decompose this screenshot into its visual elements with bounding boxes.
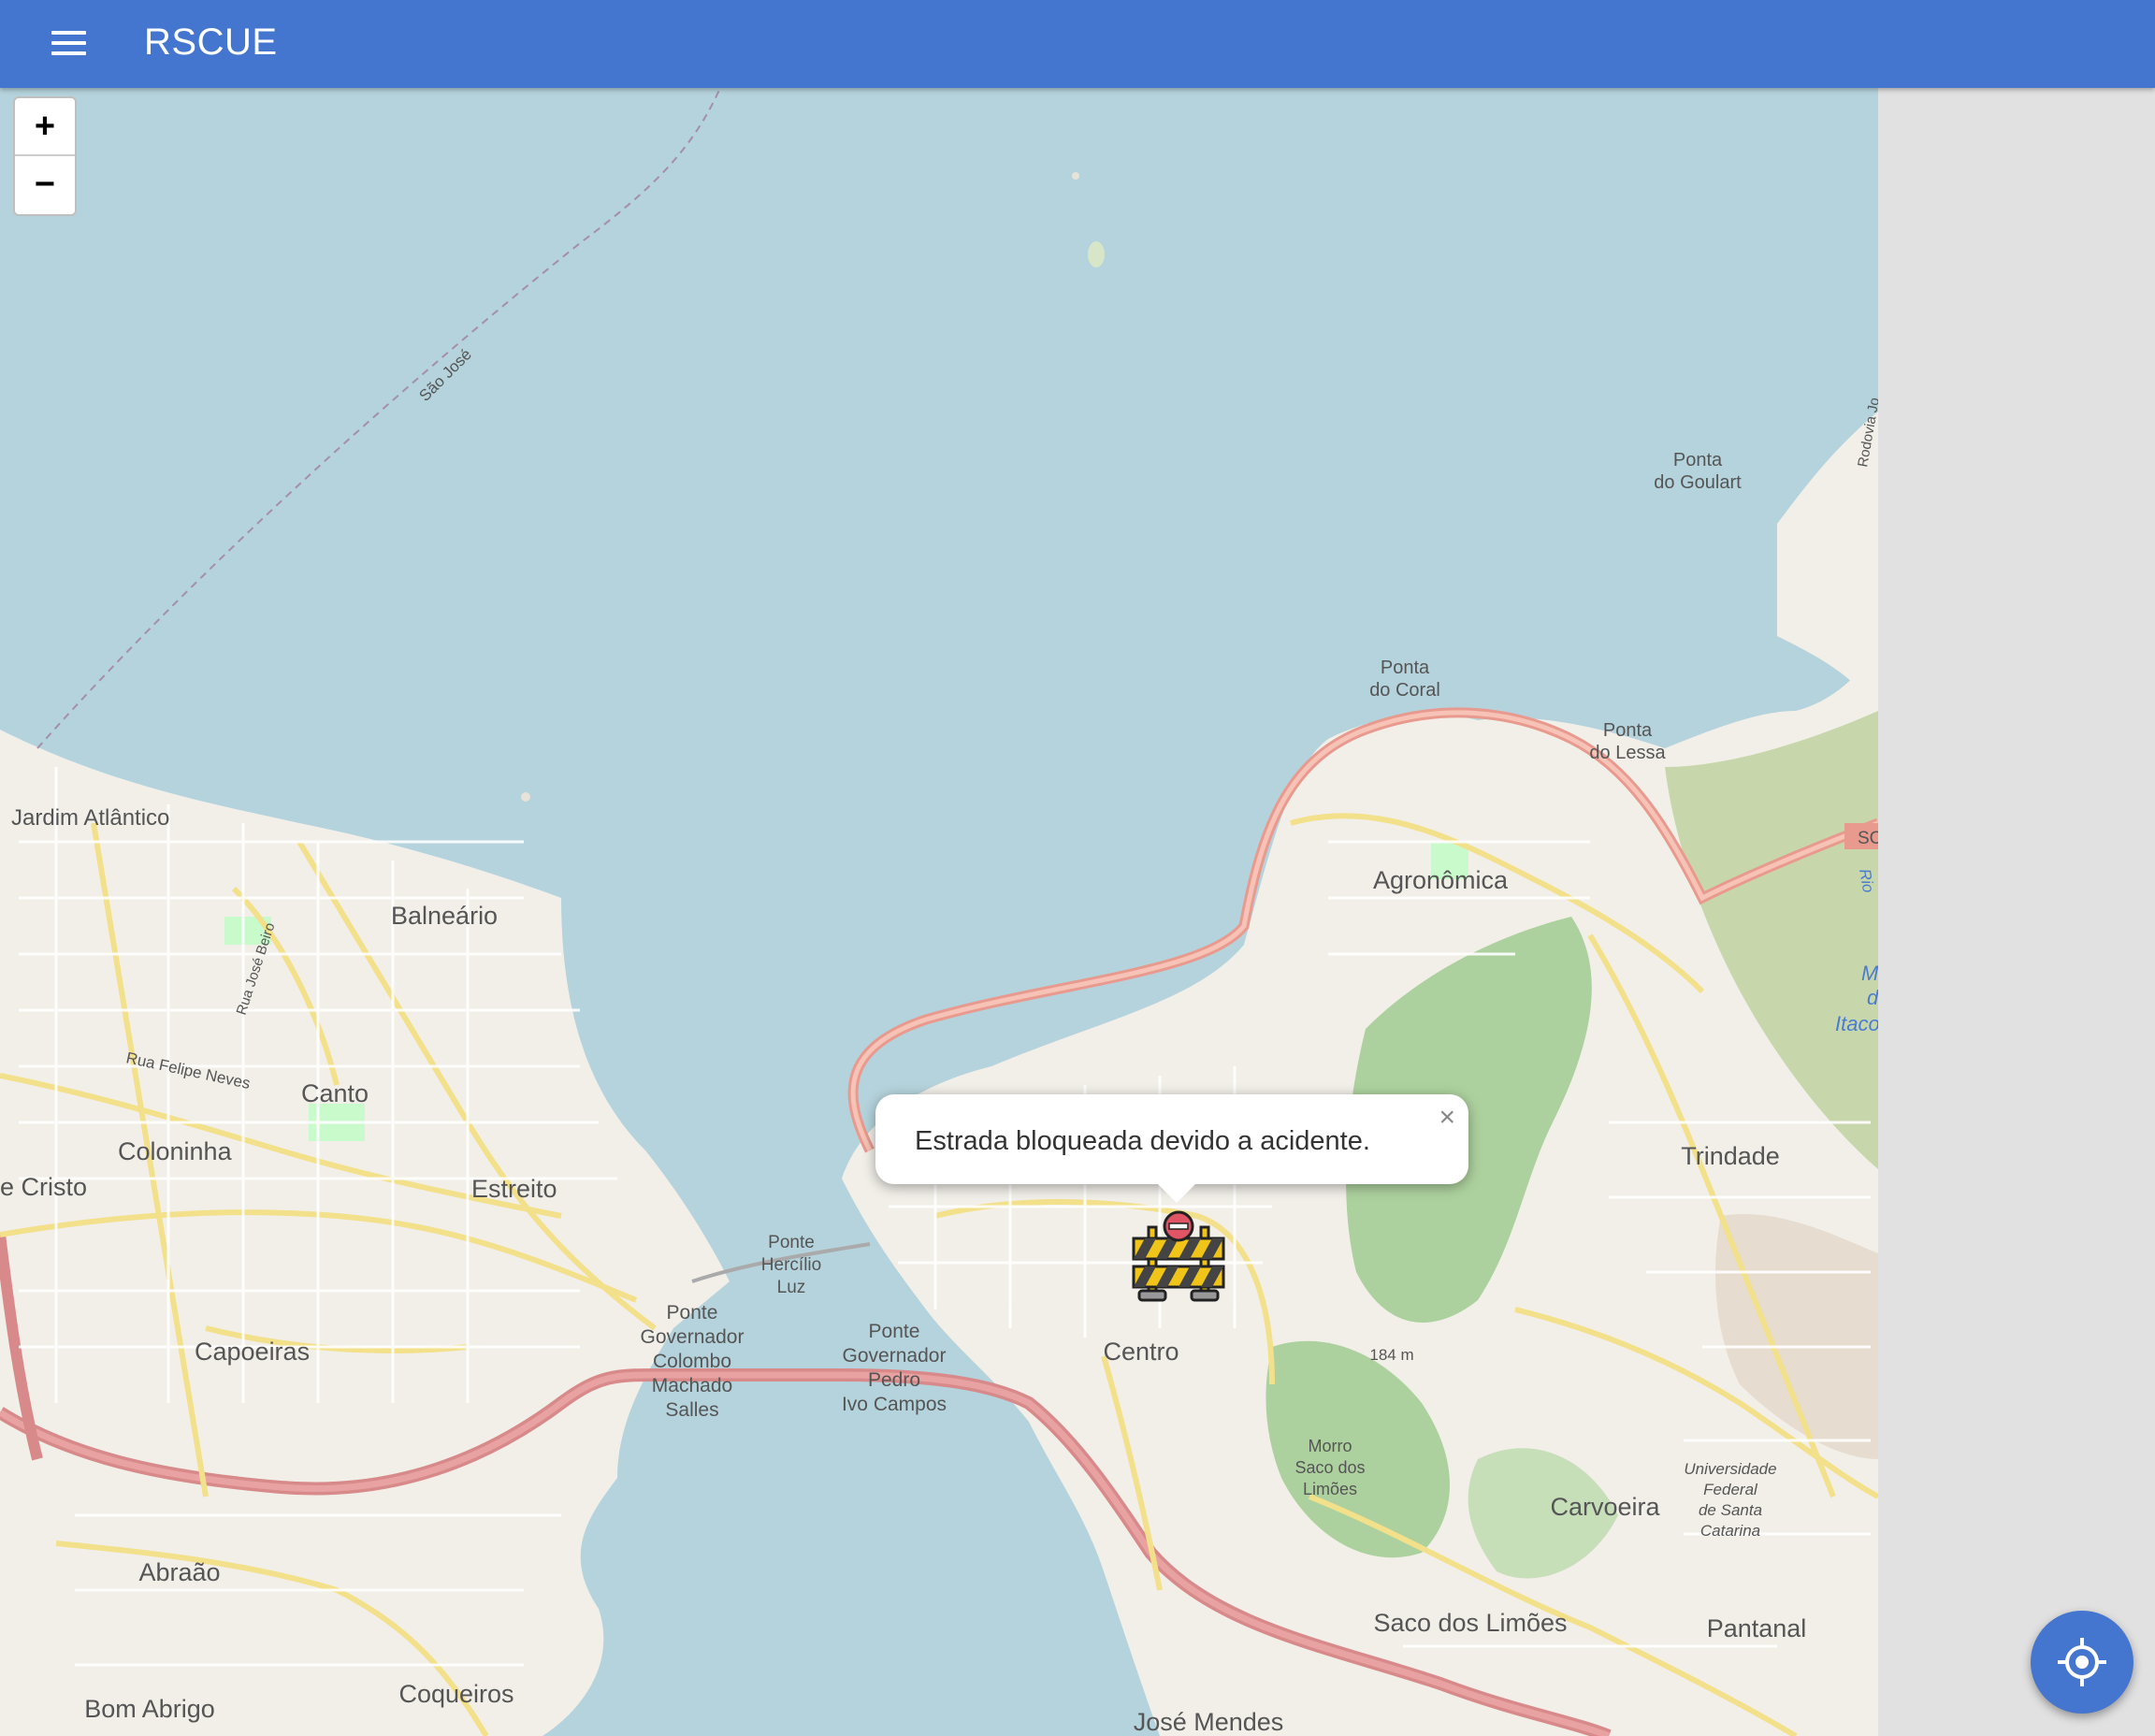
svg-text:Salles: Salles <box>665 1399 718 1421</box>
label-mar: Mar <box>1861 962 1878 985</box>
popup-message: Estrada bloqueada devido a acidente. <box>915 1126 1370 1156</box>
app-title: RSCUE <box>144 22 278 63</box>
label-coqueiros: Coqueiros <box>398 1680 513 1708</box>
label-pantanal: Pantanal <box>1707 1614 1807 1642</box>
label-morro: Morro <box>1308 1437 1352 1455</box>
label-ponta-goulart-2: do Goulart <box>1654 472 1742 493</box>
label-ponte-hercilio: Ponte <box>768 1233 815 1252</box>
svg-text:Federal: Federal <box>1703 1481 1758 1498</box>
label-ponta-lessa-2: do Lessa <box>1589 743 1666 763</box>
label-saco-limoes: Saco dos Limões <box>1373 1609 1567 1637</box>
label-ponta-lessa: Ponta <box>1603 720 1653 741</box>
my-location-icon <box>2058 1638 2106 1686</box>
label-jose-mendes: José Mendes <box>1134 1708 1284 1736</box>
label-sc: SC <box>1858 829 1878 848</box>
svg-text:Limões: Limões <box>1303 1480 1357 1498</box>
svg-text:Luz: Luz <box>777 1278 806 1297</box>
label-ponte-colombo: Ponte <box>667 1302 718 1324</box>
svg-text:Hercílio: Hercílio <box>761 1255 821 1275</box>
label-abraao: Abraão <box>138 1558 220 1586</box>
label-centro: Centro <box>1103 1338 1179 1366</box>
label-agronomica: Agronômica <box>1373 866 1509 894</box>
label-balneario: Balneário <box>391 902 498 930</box>
popup-close-button[interactable]: × <box>1439 1102 1455 1134</box>
side-panel <box>1878 88 2155 1736</box>
svg-text:do: do <box>1867 986 1878 1009</box>
svg-text:Saco dos: Saco dos <box>1294 1458 1365 1477</box>
svg-text:Machado: Machado <box>652 1375 732 1396</box>
locate-me-button[interactable] <box>2031 1611 2133 1714</box>
label-capoeiras: Capoeiras <box>195 1338 310 1366</box>
label-carvoeira: Carvoeira <box>1550 1493 1660 1521</box>
label-coloninha: Coloninha <box>118 1137 233 1165</box>
road-block-marker[interactable] <box>1130 1210 1227 1304</box>
svg-text:Governador: Governador <box>641 1326 745 1348</box>
popup-tip <box>1156 1182 1197 1203</box>
zoom-out-button[interactable]: − <box>15 154 75 212</box>
label-cristo: e Cristo <box>0 1173 87 1201</box>
svg-text:Pedro: Pedro <box>868 1369 920 1391</box>
label-altitude: 184 m <box>1369 1346 1413 1364</box>
road-block-icon <box>1132 1210 1225 1302</box>
label-ponta-coral: Ponta <box>1381 658 1430 678</box>
svg-text:Ivo Campos: Ivo Campos <box>842 1394 947 1415</box>
svg-text:Colombo: Colombo <box>653 1351 731 1372</box>
label-bom-abrigo: Bom Abrigo <box>84 1695 215 1723</box>
incident-popup: Estrada bloqueada devido a acidente. × <box>875 1094 1468 1184</box>
menu-button[interactable] <box>37 16 94 72</box>
label-ufsc: Universidade <box>1684 1460 1776 1478</box>
label-ponta-coral-2: do Coral <box>1369 680 1440 701</box>
zoom-in-button[interactable]: + <box>15 98 75 154</box>
label-ponte-pedro: Ponte <box>869 1321 920 1342</box>
label-jardim-atlantico: Jardim Atlântico <box>11 805 169 831</box>
label-canto: Canto <box>301 1079 369 1107</box>
map-tiles: São José Ponta do Goulart Ponta do Coral… <box>0 88 1878 1736</box>
map-view[interactable]: São José Ponta do Goulart Ponta do Coral… <box>0 88 1878 1736</box>
app-bar: RSCUE <box>0 0 2155 88</box>
svg-text:Governador: Governador <box>843 1345 947 1367</box>
svg-text:Itaco: Itaco <box>1835 1012 1878 1035</box>
svg-text:Catarina: Catarina <box>1700 1522 1760 1540</box>
label-trindade: Trindade <box>1681 1142 1780 1170</box>
label-estreito: Estreito <box>471 1175 557 1203</box>
label-ponta-goulart: Ponta <box>1673 450 1723 470</box>
svg-text:de Santa: de Santa <box>1699 1501 1762 1519</box>
zoom-control: + − <box>13 96 77 216</box>
